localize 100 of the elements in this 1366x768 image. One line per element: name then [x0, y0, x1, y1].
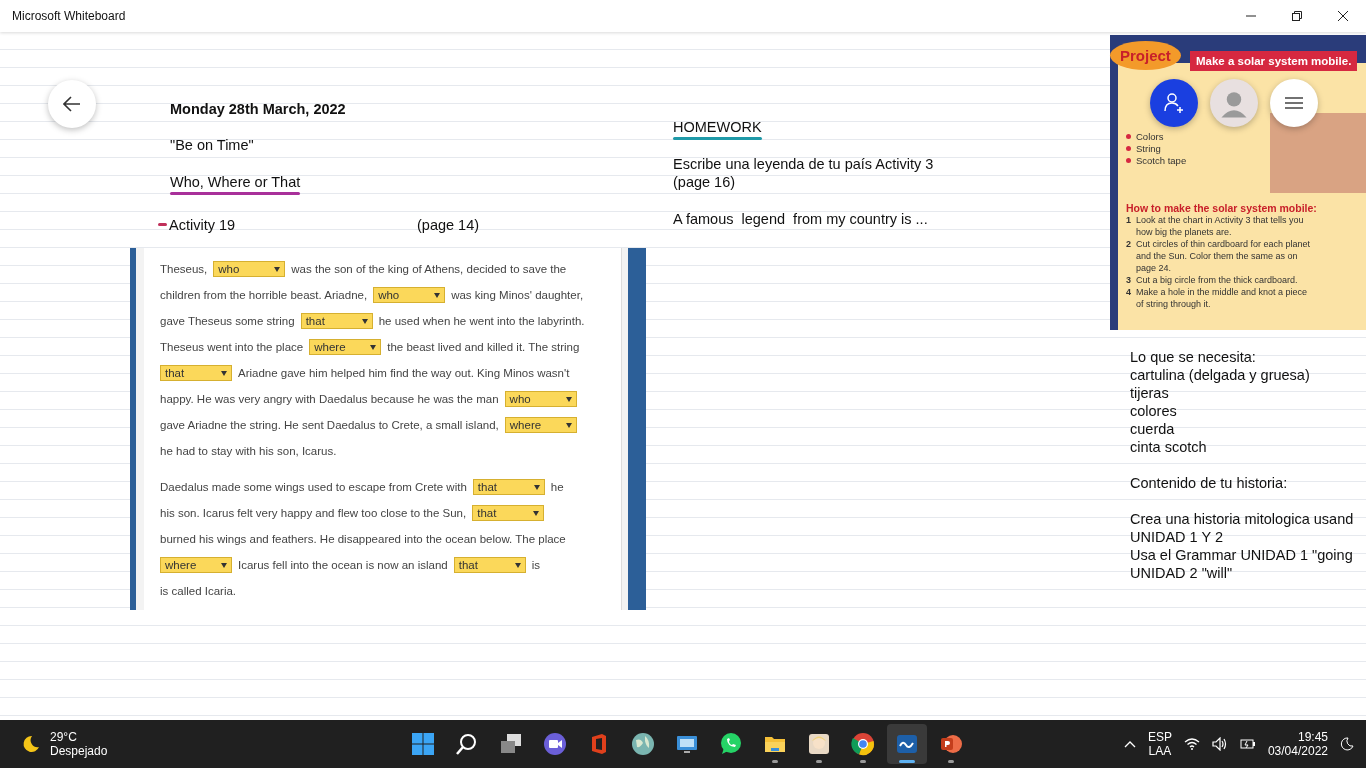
marker-dash-icon [158, 223, 167, 227]
worksheet-text: Icarus fell into the ocean is now an island [238, 559, 448, 571]
worksheet-text: is [531, 559, 540, 571]
whiteboard-icon [895, 732, 919, 756]
weather-condition: Despejado [50, 744, 108, 758]
answer-dropdown[interactable]: that [453, 557, 526, 573]
dropdown-caret-icon [565, 422, 572, 428]
dropdown-caret-icon [434, 292, 441, 298]
dropdown-caret-icon [565, 396, 572, 402]
search-icon [455, 732, 479, 756]
worksheet-text: was the son of the king of Athens, decided to save the [291, 263, 567, 275]
instructions-heading: How to make the solar system mobile: [1126, 202, 1318, 214]
dropdown-caret-icon [533, 510, 540, 516]
handwritten-note: Lo que se necesita: [1130, 348, 1257, 366]
handwritten-note: cinta scotch [1130, 438, 1208, 456]
answer-dropdown[interactable]: that [472, 505, 545, 521]
worksheet-text: Ariadne gave him helped him find the way out. King Minos wasn't [238, 367, 570, 379]
clock-date: 03/04/2022 [1267, 744, 1328, 758]
moon-outline-icon[interactable] [1340, 737, 1354, 751]
dropdown-caret-icon [274, 266, 281, 272]
worksheet-text: gave Ariadne the string. He sent Daedalus to Crete, a small island, [160, 419, 499, 431]
worksheet-text: gave Theseus some string [160, 315, 295, 327]
handwritten-note: Activity 19 [169, 216, 236, 234]
handwritten-note: Contenido de tu historia: [1130, 474, 1289, 492]
answer-dropdown[interactable]: where [309, 339, 382, 355]
back-arrow-icon [63, 96, 81, 112]
cartoon-character-icon [807, 732, 831, 756]
restore-icon [1292, 11, 1302, 21]
video-chat-icon [543, 732, 567, 756]
dropdown-caret-icon [533, 484, 540, 490]
globe-icon [631, 732, 655, 756]
answer-dropdown[interactable]: that [472, 479, 545, 495]
dropdown-caret-icon [361, 318, 368, 324]
handwritten-note: A famous legend from my country is ... [673, 210, 928, 228]
answer-dropdown[interactable]: who [373, 287, 446, 303]
answer-dropdown[interactable]: that [300, 313, 373, 329]
handwritten-note: cuerda [1130, 420, 1176, 438]
speaker-icon[interactable] [1211, 737, 1228, 751]
taskbar-app-button[interactable] [887, 724, 927, 764]
handwritten-note: Monday 28th March, 2022 [170, 100, 346, 118]
worksheet-text: he used when he went into the labyrinth. [378, 315, 585, 327]
language-indicator: LAA [1148, 744, 1172, 758]
handwritten-note: (page 16) [673, 173, 737, 191]
handwritten-note: Usa el Grammar UNIDAD 1 "going [1130, 546, 1354, 564]
clock-time: 19:45 [1297, 730, 1328, 744]
handwritten-note: Who, Where or That [170, 173, 301, 191]
dropdown-caret-icon [221, 370, 227, 376]
battery-icon[interactable] [1239, 738, 1256, 750]
answer-dropdown[interactable]: that [160, 365, 232, 381]
project-badge: Project [1110, 41, 1181, 70]
handwritten-note: Escribe una leyenda de tu país Activity 3 [673, 155, 934, 173]
language-indicator: ESP [1147, 730, 1172, 744]
project-title: Make a solar system mobile. [1190, 51, 1358, 71]
back-button[interactable] [48, 80, 96, 128]
worksheet-text: he had to stay with his son, Icarus. [160, 445, 337, 457]
windows-logo-icon [411, 732, 435, 756]
worksheet-text: children from the horrible beast. Ariadne, [160, 289, 368, 301]
close-icon [1338, 11, 1348, 21]
instruction-step: 1 Look at the chart in Activity 3 that tells you how big the planets are. [1126, 214, 1316, 238]
handwritten-note: cartulina (delgada y gruesa) [1130, 366, 1311, 384]
handwritten-note: UNIDAD 2 "will" [1130, 564, 1234, 582]
answer-dropdown[interactable]: who [213, 261, 286, 277]
dropdown-caret-icon [221, 562, 227, 568]
menu-icon [1285, 97, 1303, 109]
worksheet-text: happy. He was very angry with Daedalus because he was the man [160, 393, 499, 405]
presentation-icon [939, 732, 963, 756]
handwritten-note: "Be on Time" [170, 136, 254, 154]
handwritten-note: tijeras [1130, 384, 1170, 402]
window-title: Microsoft Whiteboard [12, 9, 126, 23]
handwritten-note: Crea una historia mitologica usand [1130, 510, 1354, 528]
dropdown-caret-icon [514, 562, 521, 568]
worksheet-text: Theseus, [160, 263, 208, 275]
worksheet-text: burned his wings and feathers. He disappeared into the ocean below. The place [160, 533, 566, 545]
worksheet-text: Daedalus made some wings used to escape from Crete with [160, 481, 467, 493]
browser-icon [851, 732, 875, 756]
worksheet-text: the beast lived and killed it. The string [387, 341, 580, 353]
materials-item: Colors [1126, 131, 1236, 142]
handwritten-note: (page 14) [417, 216, 480, 234]
dropdown-caret-icon [370, 344, 377, 350]
windows-stack-icon [499, 732, 523, 756]
worksheet-text: is called Icaria. [160, 585, 237, 597]
worksheet-text: he [550, 481, 564, 493]
handwritten-note: UNIDAD 1 Y 2 [1130, 528, 1224, 546]
materials-item: Scotch tape [1126, 155, 1236, 166]
handwritten-note: colores [1130, 402, 1178, 420]
add-person-icon [1163, 92, 1185, 114]
worksheet-text: was king Minos' daughter, [451, 289, 584, 301]
instruction-step: 4 Make a hole in the middle and knot a piece of string through it. [1126, 286, 1316, 310]
answer-dropdown[interactable]: who [504, 391, 577, 407]
answer-dropdown[interactable]: where [504, 417, 577, 433]
answer-dropdown[interactable]: where [160, 557, 232, 573]
materials-item: String [1126, 143, 1236, 154]
homework-heading: HOMEWORK [673, 118, 762, 136]
worksheet-text: Theseus went into the place [160, 341, 304, 353]
temperature: 29°C [50, 730, 77, 744]
instruction-step: 2 Cut circles of thin cardboard for each planet and the Sun. Color them the same as on page 24. [1126, 238, 1316, 274]
wifi-icon[interactable] [1183, 738, 1200, 750]
worksheet-text: his son. Icarus felt very happy and flew too close to the Sun, [160, 507, 467, 519]
phone-chat-icon [719, 732, 743, 756]
chevron-up-icon[interactable] [1123, 740, 1136, 748]
